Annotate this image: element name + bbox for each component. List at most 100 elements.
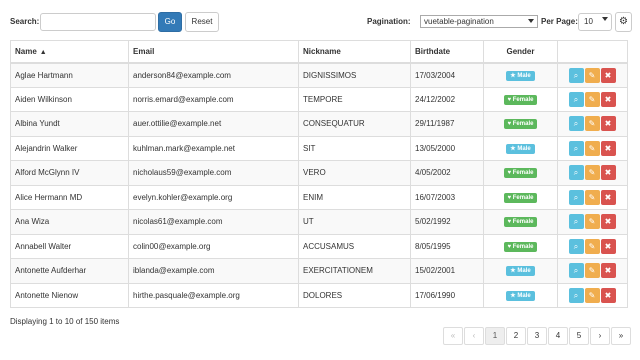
column-header-gender[interactable]: Gender bbox=[483, 40, 558, 64]
delete-button[interactable]: ✖ bbox=[600, 287, 616, 303]
column-header-email[interactable]: Email bbox=[128, 40, 299, 64]
gender-badge-label: Female bbox=[512, 121, 534, 128]
cell-actions: ⌕ ✎ ✖ bbox=[557, 135, 628, 161]
pencil-icon: ✎ bbox=[588, 94, 596, 104]
page-button-3[interactable]: 3 bbox=[527, 327, 547, 345]
column-header-name[interactable]: Name ▲ bbox=[10, 40, 129, 64]
cell-actions: ⌕ ✎ ✖ bbox=[557, 111, 628, 137]
delete-button[interactable]: ✖ bbox=[600, 189, 616, 205]
go-button[interactable]: Go bbox=[158, 12, 182, 32]
view-button[interactable]: ⌕ bbox=[568, 140, 584, 156]
page-button-1[interactable]: 1 bbox=[485, 327, 505, 345]
close-icon: ✖ bbox=[604, 241, 612, 251]
close-icon: ✖ bbox=[604, 94, 612, 104]
view-button[interactable]: ⌕ bbox=[568, 189, 584, 205]
gender-badge-label: Female bbox=[512, 194, 534, 201]
cell-actions: ⌕ ✎ ✖ bbox=[557, 282, 628, 308]
star-icon: ★ bbox=[510, 268, 516, 275]
view-button[interactable]: ⌕ bbox=[568, 67, 584, 83]
pagination-select[interactable]: vuetable-pagination bbox=[420, 15, 538, 28]
cell-actions: ⌕ ✎ ✖ bbox=[557, 160, 628, 186]
star-icon: ★ bbox=[510, 145, 516, 152]
delete-button[interactable]: ✖ bbox=[600, 238, 616, 254]
column-header-birthdate[interactable]: Birthdate bbox=[410, 40, 484, 64]
cell-nickname: DIGNISSIMOS bbox=[298, 62, 411, 88]
edit-button[interactable]: ✎ bbox=[584, 140, 600, 156]
cell-name: Alice Hermann MD bbox=[10, 184, 129, 210]
close-icon: ✖ bbox=[604, 168, 612, 178]
cell-email: anderson84@example.com bbox=[128, 62, 299, 88]
cell-actions: ⌕ ✎ ✖ bbox=[557, 86, 628, 112]
pagination-select-value: vuetable-pagination bbox=[424, 17, 494, 26]
cell-email: iblanda@example.com bbox=[128, 258, 299, 284]
view-button[interactable]: ⌕ bbox=[568, 287, 584, 303]
edit-button[interactable]: ✎ bbox=[584, 116, 600, 132]
first-page-button[interactable]: « bbox=[443, 327, 463, 345]
cell-email: auer.ottilie@example.net bbox=[128, 111, 299, 137]
cell-birthdate: 8/05/1995 bbox=[410, 233, 484, 259]
cell-birthdate: 24/12/2002 bbox=[410, 86, 484, 112]
close-icon: ✖ bbox=[604, 143, 612, 153]
edit-button[interactable]: ✎ bbox=[584, 67, 600, 83]
page-button-4[interactable]: 4 bbox=[548, 327, 568, 345]
view-button[interactable]: ⌕ bbox=[568, 263, 584, 279]
delete-button[interactable]: ✖ bbox=[600, 67, 616, 83]
cell-gender: ♥ Female bbox=[483, 209, 558, 235]
edit-button[interactable]: ✎ bbox=[584, 287, 600, 303]
zoom-icon: ⌕ bbox=[573, 241, 579, 251]
cell-email: kuhlman.mark@example.net bbox=[128, 135, 299, 161]
last-page-button[interactable]: » bbox=[611, 327, 631, 345]
pagination: « ‹ 1 2 3 4 5 › » bbox=[442, 327, 631, 345]
table-row: Ana Wiza nicolas61@example.com UT 5/02/1992… bbox=[10, 209, 628, 235]
view-button[interactable]: ⌕ bbox=[568, 214, 584, 230]
cell-gender: ♥ Female bbox=[483, 233, 558, 259]
per-page-value: 10 bbox=[584, 17, 593, 26]
cell-actions: ⌕ ✎ ✖ bbox=[557, 209, 628, 235]
heart-icon: ♥ bbox=[507, 170, 512, 177]
gender-badge: ♥ Female bbox=[503, 94, 538, 105]
caret-up-icon: ▲ bbox=[39, 48, 47, 56]
column-header-nickname[interactable]: Nickname bbox=[298, 40, 411, 64]
per-page-label: Per Page: bbox=[541, 17, 578, 26]
cell-name: Albina Yundt bbox=[10, 111, 129, 137]
view-button[interactable]: ⌕ bbox=[568, 165, 584, 181]
delete-button[interactable]: ✖ bbox=[600, 116, 616, 132]
view-button[interactable]: ⌕ bbox=[568, 116, 584, 132]
cell-name: Ana Wiza bbox=[10, 209, 129, 235]
edit-button[interactable]: ✎ bbox=[584, 214, 600, 230]
delete-button[interactable]: ✖ bbox=[600, 140, 616, 156]
cell-nickname: ENIM bbox=[298, 184, 411, 210]
delete-button[interactable]: ✖ bbox=[600, 91, 616, 107]
cell-birthdate: 29/11/1987 bbox=[410, 111, 484, 137]
pencil-icon: ✎ bbox=[588, 119, 596, 129]
delete-button[interactable]: ✖ bbox=[600, 165, 616, 181]
close-icon: ✖ bbox=[604, 217, 612, 227]
delete-button[interactable]: ✖ bbox=[600, 263, 616, 279]
page-button-2[interactable]: 2 bbox=[506, 327, 526, 345]
close-icon: ✖ bbox=[604, 119, 612, 129]
cell-nickname: UT bbox=[298, 209, 411, 235]
edit-button[interactable]: ✎ bbox=[584, 189, 600, 205]
close-icon: ✖ bbox=[604, 290, 612, 300]
view-button[interactable]: ⌕ bbox=[568, 238, 584, 254]
search-input[interactable] bbox=[40, 13, 156, 31]
table-row: Antonette Aufderhar iblanda@example.com EX… bbox=[10, 258, 628, 284]
delete-button[interactable]: ✖ bbox=[600, 214, 616, 230]
view-button[interactable]: ⌕ bbox=[568, 91, 584, 107]
edit-button[interactable]: ✎ bbox=[584, 91, 600, 107]
gender-badge: ♥ Female bbox=[503, 241, 538, 252]
gender-badge-label: Male bbox=[517, 292, 531, 299]
settings-button[interactable]: ⚙ bbox=[615, 12, 632, 32]
edit-button[interactable]: ✎ bbox=[584, 263, 600, 279]
prev-page-button[interactable]: ‹ bbox=[464, 327, 484, 345]
edit-button[interactable]: ✎ bbox=[584, 165, 600, 181]
edit-button[interactable]: ✎ bbox=[584, 238, 600, 254]
reset-button[interactable]: Reset bbox=[185, 12, 219, 32]
table-row: Alice Hermann MD evelyn.kohler@example.or… bbox=[10, 184, 628, 210]
gender-badge: ♥ Female bbox=[503, 192, 538, 203]
next-page-button[interactable]: › bbox=[590, 327, 610, 345]
gender-badge-label: Female bbox=[512, 170, 534, 177]
per-page-select[interactable]: 10 bbox=[578, 13, 612, 31]
page-button-5[interactable]: 5 bbox=[569, 327, 589, 345]
gender-badge-label: Female bbox=[512, 96, 534, 103]
